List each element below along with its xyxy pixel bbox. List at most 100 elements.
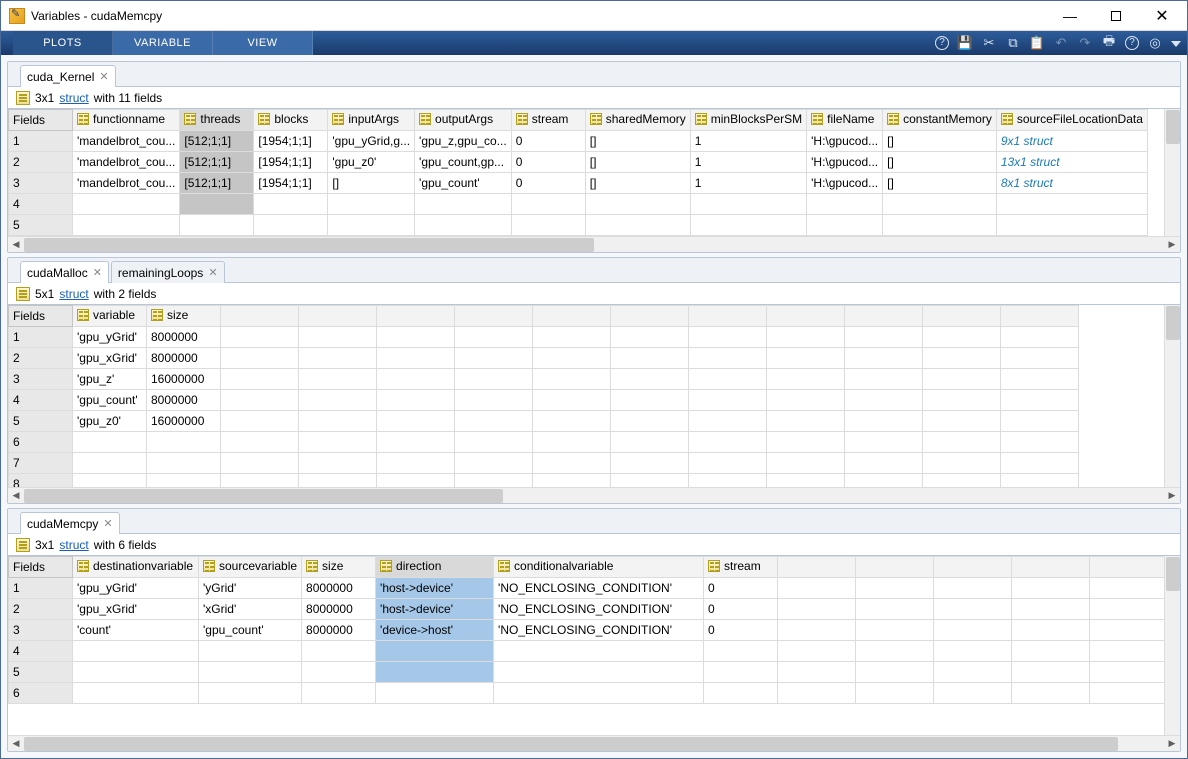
col-header-inputArgs[interactable]: inputArgs	[328, 110, 415, 131]
cell[interactable]: 0	[704, 599, 778, 620]
cell[interactable]: 'host->device'	[376, 578, 494, 599]
cell[interactable]: 0	[511, 152, 585, 173]
cell[interactable]: 8000000	[147, 348, 221, 369]
redo-icon[interactable]: ↷	[1077, 35, 1093, 51]
col-header-functionname[interactable]: functionname	[73, 110, 180, 131]
col-header-stream[interactable]: stream	[704, 557, 778, 578]
close-button[interactable]: ✕	[1139, 1, 1185, 31]
ribbon-tab-view[interactable]: VIEW	[213, 31, 313, 55]
col-header-direction[interactable]: direction	[376, 557, 494, 578]
cell[interactable]: 'mandelbrot_cou...	[73, 152, 180, 173]
row-number[interactable]: 5	[9, 411, 73, 432]
grid-top[interactable]: FieldsfunctionnamethreadsblocksinputArgs…	[8, 109, 1164, 236]
scroll-right-icon[interactable]: ▶	[1164, 736, 1180, 752]
scroll-right-icon[interactable]: ▶	[1164, 488, 1180, 504]
cell[interactable]: [512;1;1]	[180, 173, 254, 194]
col-header-outputArgs[interactable]: outputArgs	[415, 110, 512, 131]
struct-link[interactable]: struct	[59, 287, 88, 301]
maximize-button[interactable]	[1093, 1, 1139, 31]
cell[interactable]: [1954;1;1]	[254, 131, 328, 152]
cell[interactable]: 'yGrid'	[199, 578, 302, 599]
cell[interactable]: 16000000	[147, 411, 221, 432]
scroll-left-icon[interactable]: ◀	[8, 488, 24, 504]
cell[interactable]: 1	[690, 152, 806, 173]
close-icon[interactable]: ✕	[208, 266, 217, 279]
cell[interactable]: 'host->device'	[376, 599, 494, 620]
cell[interactable]: 0	[511, 131, 585, 152]
col-header-minBlocksPerSM[interactable]: minBlocksPerSM	[690, 110, 806, 131]
cell[interactable]: 'gpu_count'	[415, 173, 512, 194]
row-number[interactable]: 1	[9, 327, 73, 348]
struct-link[interactable]: 8x1 struct	[1001, 176, 1053, 190]
row-number[interactable]: 8	[9, 474, 73, 488]
table-row[interactable]: 5	[9, 215, 1148, 236]
col-header-blocks[interactable]: blocks	[254, 110, 328, 131]
table-row[interactable]: 3'mandelbrot_cou...[512;1;1][1954;1;1][]…	[9, 173, 1148, 194]
cell[interactable]: 'gpu_z,gpu_co...	[415, 131, 512, 152]
cell[interactable]: 'mandelbrot_cou...	[73, 131, 180, 152]
col-header-constantMemory[interactable]: constantMemory	[883, 110, 997, 131]
cell[interactable]: [1954;1;1]	[254, 173, 328, 194]
undo-icon[interactable]: ↶	[1053, 35, 1069, 51]
row-number[interactable]: 2	[9, 599, 73, 620]
col-header-destinationvariable[interactable]: destinationvariable	[73, 557, 199, 578]
target-icon[interactable]: ◎	[1147, 35, 1163, 51]
cell[interactable]: 8000000	[302, 599, 376, 620]
cell[interactable]: 'gpu_count'	[73, 390, 147, 411]
row-number[interactable]: 5	[9, 215, 73, 236]
col-header-conditionalvariable[interactable]: conditionalvariable	[494, 557, 704, 578]
grid-bot[interactable]: Fieldsdestinationvariablesourcevariables…	[8, 556, 1164, 735]
cell[interactable]: [512;1;1]	[180, 131, 254, 152]
cell[interactable]: 'gpu_yGrid,g...	[328, 131, 415, 152]
table-row[interactable]: 7	[9, 453, 1079, 474]
ribbon-tab-plots[interactable]: PLOTS	[13, 31, 113, 55]
row-number[interactable]: 4	[9, 641, 73, 662]
cell[interactable]: 'gpu_yGrid'	[73, 327, 147, 348]
cell[interactable]: 'gpu_z0'	[73, 411, 147, 432]
scroll-right-icon[interactable]: ▶	[1164, 237, 1180, 253]
struct-link[interactable]: 9x1 struct	[1001, 134, 1053, 148]
cell[interactable]: []	[883, 152, 997, 173]
cell[interactable]: 8000000	[302, 578, 376, 599]
row-number[interactable]: 3	[9, 369, 73, 390]
row-number[interactable]: 3	[9, 173, 73, 194]
minimize-button[interactable]: —	[1047, 1, 1093, 31]
cell[interactable]: 'gpu_count'	[199, 620, 302, 641]
table-row[interactable]: 4	[9, 194, 1148, 215]
table-row[interactable]: 4'gpu_count'8000000	[9, 390, 1079, 411]
col-header-fileName[interactable]: fileName	[807, 110, 883, 131]
scroll-left-icon[interactable]: ◀	[8, 736, 24, 752]
cell[interactable]: 8000000	[147, 327, 221, 348]
help2-icon[interactable]: ?	[1125, 36, 1139, 50]
col-header-size[interactable]: size	[302, 557, 376, 578]
cell[interactable]: 'NO_ENCLOSING_CONDITION'	[494, 599, 704, 620]
col-header-sourcevariable[interactable]: sourcevariable	[199, 557, 302, 578]
tab-cuda-malloc[interactable]: cudaMalloc ✕	[20, 261, 109, 283]
row-number[interactable]: 1	[9, 578, 73, 599]
row-number[interactable]: 1	[9, 131, 73, 152]
col-header-stream[interactable]: stream	[511, 110, 585, 131]
row-number[interactable]: 6	[9, 432, 73, 453]
cell[interactable]: 0	[704, 578, 778, 599]
row-number[interactable]: 4	[9, 390, 73, 411]
table-row[interactable]: 6	[9, 683, 1165, 704]
cell[interactable]: 'gpu_xGrid'	[73, 599, 199, 620]
cell[interactable]: 'NO_ENCLOSING_CONDITION'	[494, 620, 704, 641]
cell[interactable]: 'gpu_z0'	[328, 152, 415, 173]
cell[interactable]: [1954;1;1]	[254, 152, 328, 173]
col-header-sourceFileLocationData[interactable]: sourceFileLocationData	[996, 110, 1147, 131]
table-row[interactable]: 3'count''gpu_count'8000000'device->host'…	[9, 620, 1165, 641]
ribbon-tab-variable[interactable]: VARIABLE	[113, 31, 213, 55]
row-number[interactable]: 3	[9, 620, 73, 641]
struct-link[interactable]: struct	[59, 91, 88, 105]
table-row[interactable]: 6	[9, 432, 1079, 453]
close-icon[interactable]: ✕	[99, 70, 108, 83]
vscroll-bot[interactable]	[1164, 556, 1180, 735]
table-row[interactable]: 2'gpu_xGrid'8000000	[9, 348, 1079, 369]
close-icon[interactable]: ✕	[103, 517, 112, 530]
vscroll-top[interactable]	[1164, 109, 1180, 236]
cell[interactable]: 'H:\gpucod...	[807, 173, 883, 194]
cell[interactable]: []	[585, 173, 690, 194]
row-number[interactable]: 7	[9, 453, 73, 474]
col-header-size[interactable]: size	[147, 306, 221, 327]
